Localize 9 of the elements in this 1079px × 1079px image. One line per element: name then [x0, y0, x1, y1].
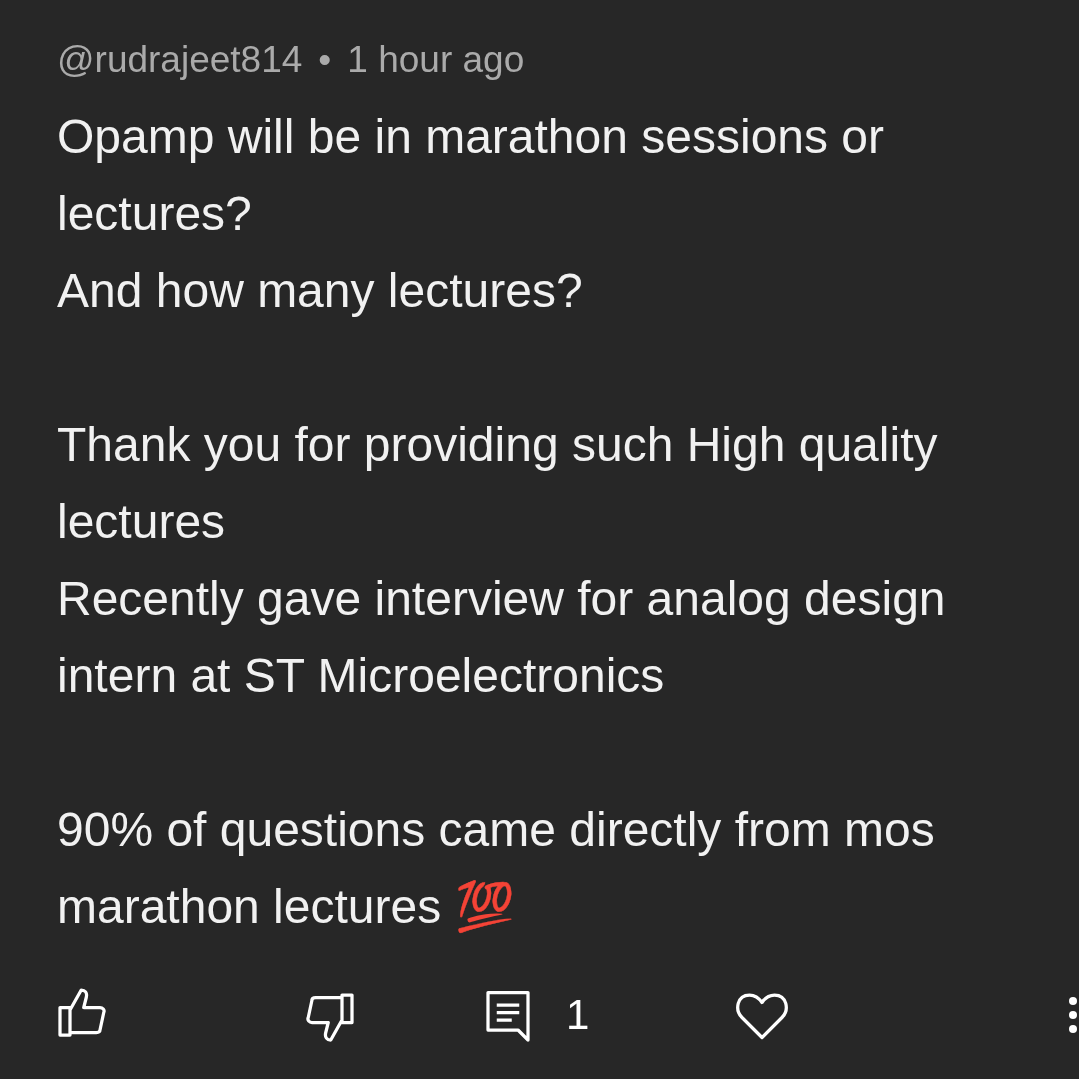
comment-time: 1 hour ago: [347, 38, 525, 82]
separator-dot: •: [318, 38, 332, 82]
comment-text: Opamp will be in marathon sessions or lectures?: [57, 110, 885, 240]
replies-button[interactable]: 1: [478, 985, 590, 1045]
comment-text: Thank you for providing such High quality lectures: [57, 418, 938, 548]
comment-text: 90% of questions came directly from mos marathon lectures 💯: [57, 803, 935, 933]
author-handle[interactable]: @rudrajeet814: [57, 30, 303, 90]
comment-text: Recently gave interview for analog design intern at ST Microelectronics: [57, 572, 946, 702]
comment-text: And how many lectures?: [57, 264, 583, 317]
